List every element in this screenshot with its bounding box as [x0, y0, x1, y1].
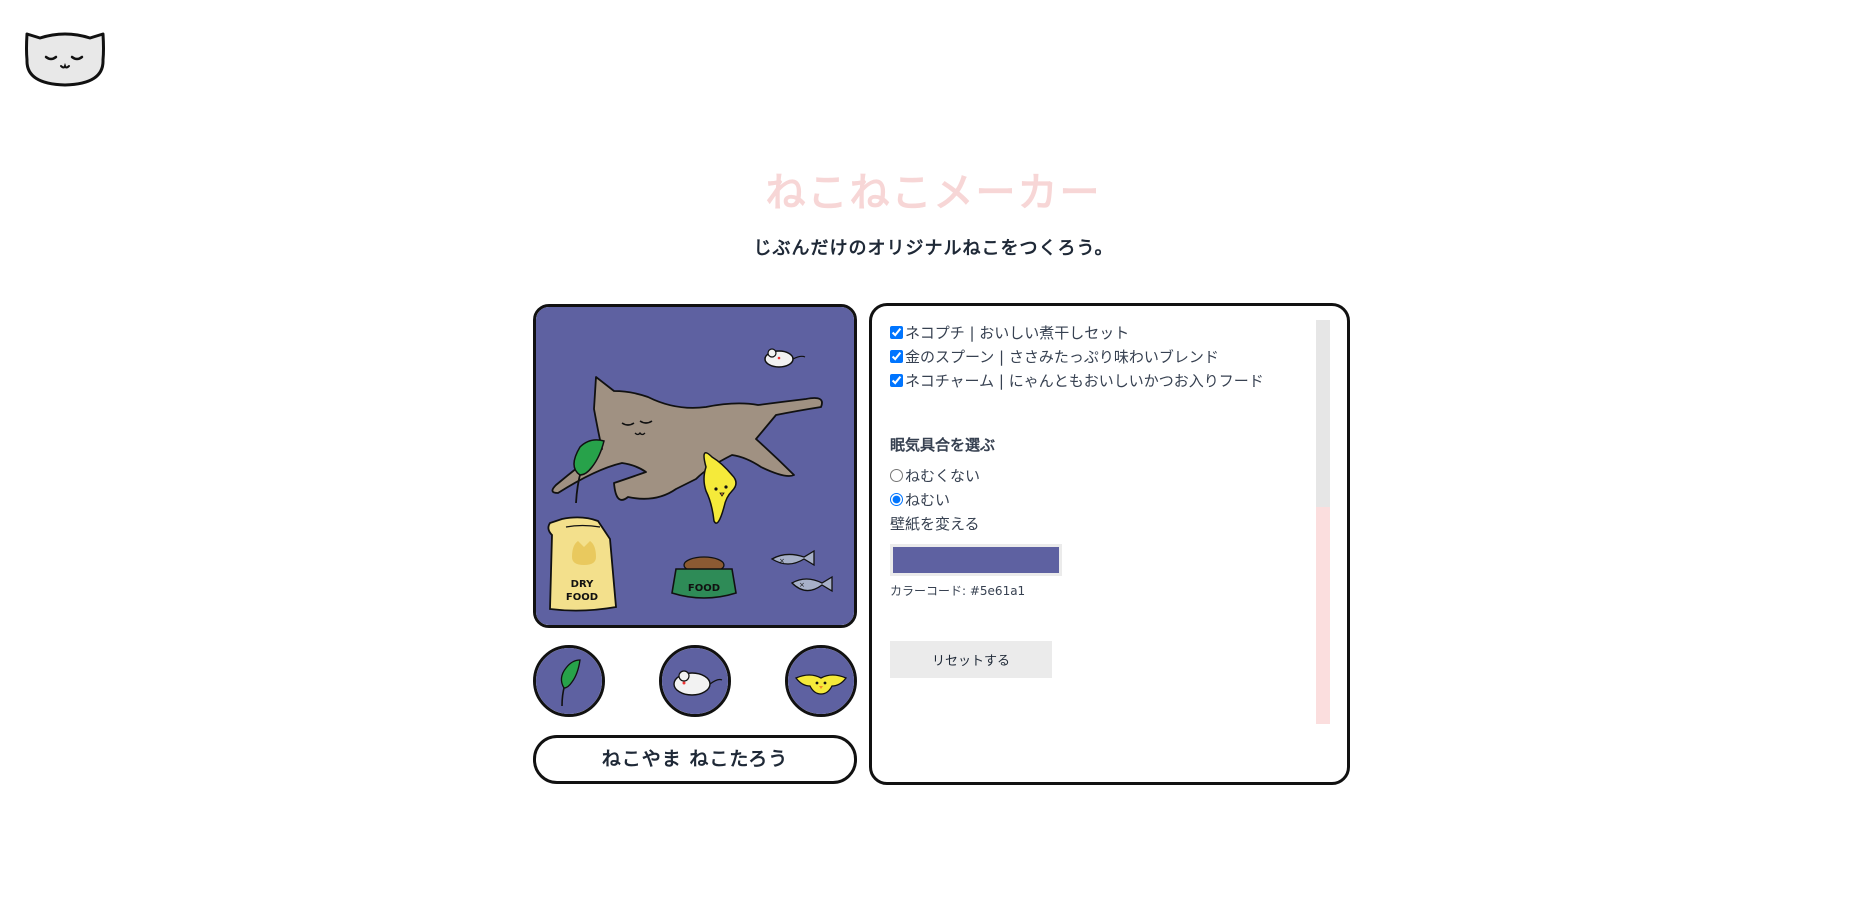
- scrollbar-thumb[interactable]: [1316, 320, 1330, 507]
- reset-button[interactable]: リセットする: [890, 641, 1052, 678]
- dry-food-label-2: FOOD: [566, 592, 598, 603]
- food-checkbox-2[interactable]: [890, 349, 903, 363]
- sleep-option-label: ねむい: [905, 490, 951, 509]
- mouse-item-button[interactable]: [659, 645, 731, 717]
- page-title: ねこねこメーカー: [765, 170, 1102, 216]
- dry-food-label-1: DRY: [571, 579, 594, 590]
- sleep-option-2[interactable]: ねむい: [890, 487, 1310, 511]
- food-option-label: ネコプチ | おいしい煮干しセット: [905, 323, 1130, 342]
- food-option-2[interactable]: 金のスプーン | ささみたっぷり味わいブレンド: [890, 344, 1310, 368]
- sleep-option-1[interactable]: ねむくない: [890, 463, 1310, 487]
- food-option-1[interactable]: ネコプチ | おいしい煮干しセット: [890, 320, 1310, 344]
- food-option-3[interactable]: ネコチャーム | にゃんともおいしいかつお入りフード: [890, 368, 1310, 392]
- dry-food-bag-icon: DRY FOOD: [547, 516, 617, 612]
- logo-cat-icon[interactable]: [24, 30, 106, 88]
- food-checkbox-3[interactable]: [890, 373, 903, 387]
- wallpaper-label: 壁紙を変える: [890, 515, 980, 533]
- sleep-radio-1[interactable]: [890, 468, 903, 482]
- leaf-item-button[interactable]: [533, 645, 605, 717]
- food-checkbox-1[interactable]: [890, 325, 903, 339]
- wallpaper-color-picker[interactable]: [890, 544, 1062, 576]
- sleep-radio-2[interactable]: [890, 492, 903, 506]
- food-option-label: 金のスプーン | ささみたっぷり味わいブレンド: [905, 347, 1219, 366]
- cat-canvas: DRY FOOD FOOD × ×: [533, 304, 857, 628]
- food-option-label: ネコチャーム | にゃんともおいしいかつお入りフード: [905, 371, 1264, 390]
- sleep-option-label: ねむくない: [905, 466, 981, 485]
- cat-name-display: ねこやま ねこたろう: [533, 735, 857, 784]
- bowl-label: FOOD: [688, 583, 720, 594]
- svg-text:×: ×: [779, 557, 785, 565]
- control-panel: ネコプチ | おいしい煮干しセット 金のスプーン | ささみたっぷり味わいブレン…: [869, 303, 1350, 785]
- bird-item-button[interactable]: [785, 645, 857, 717]
- color-code-text: カラーコード: #5e61a1: [890, 584, 1026, 598]
- svg-text:×: ×: [799, 581, 805, 589]
- sleep-section-title: 眠気具合を選ぶ: [890, 436, 996, 454]
- page-subtitle: じぶんだけのオリジナルねこをつくろう。: [753, 238, 1114, 259]
- panel-scrollbar[interactable]: [1316, 320, 1330, 724]
